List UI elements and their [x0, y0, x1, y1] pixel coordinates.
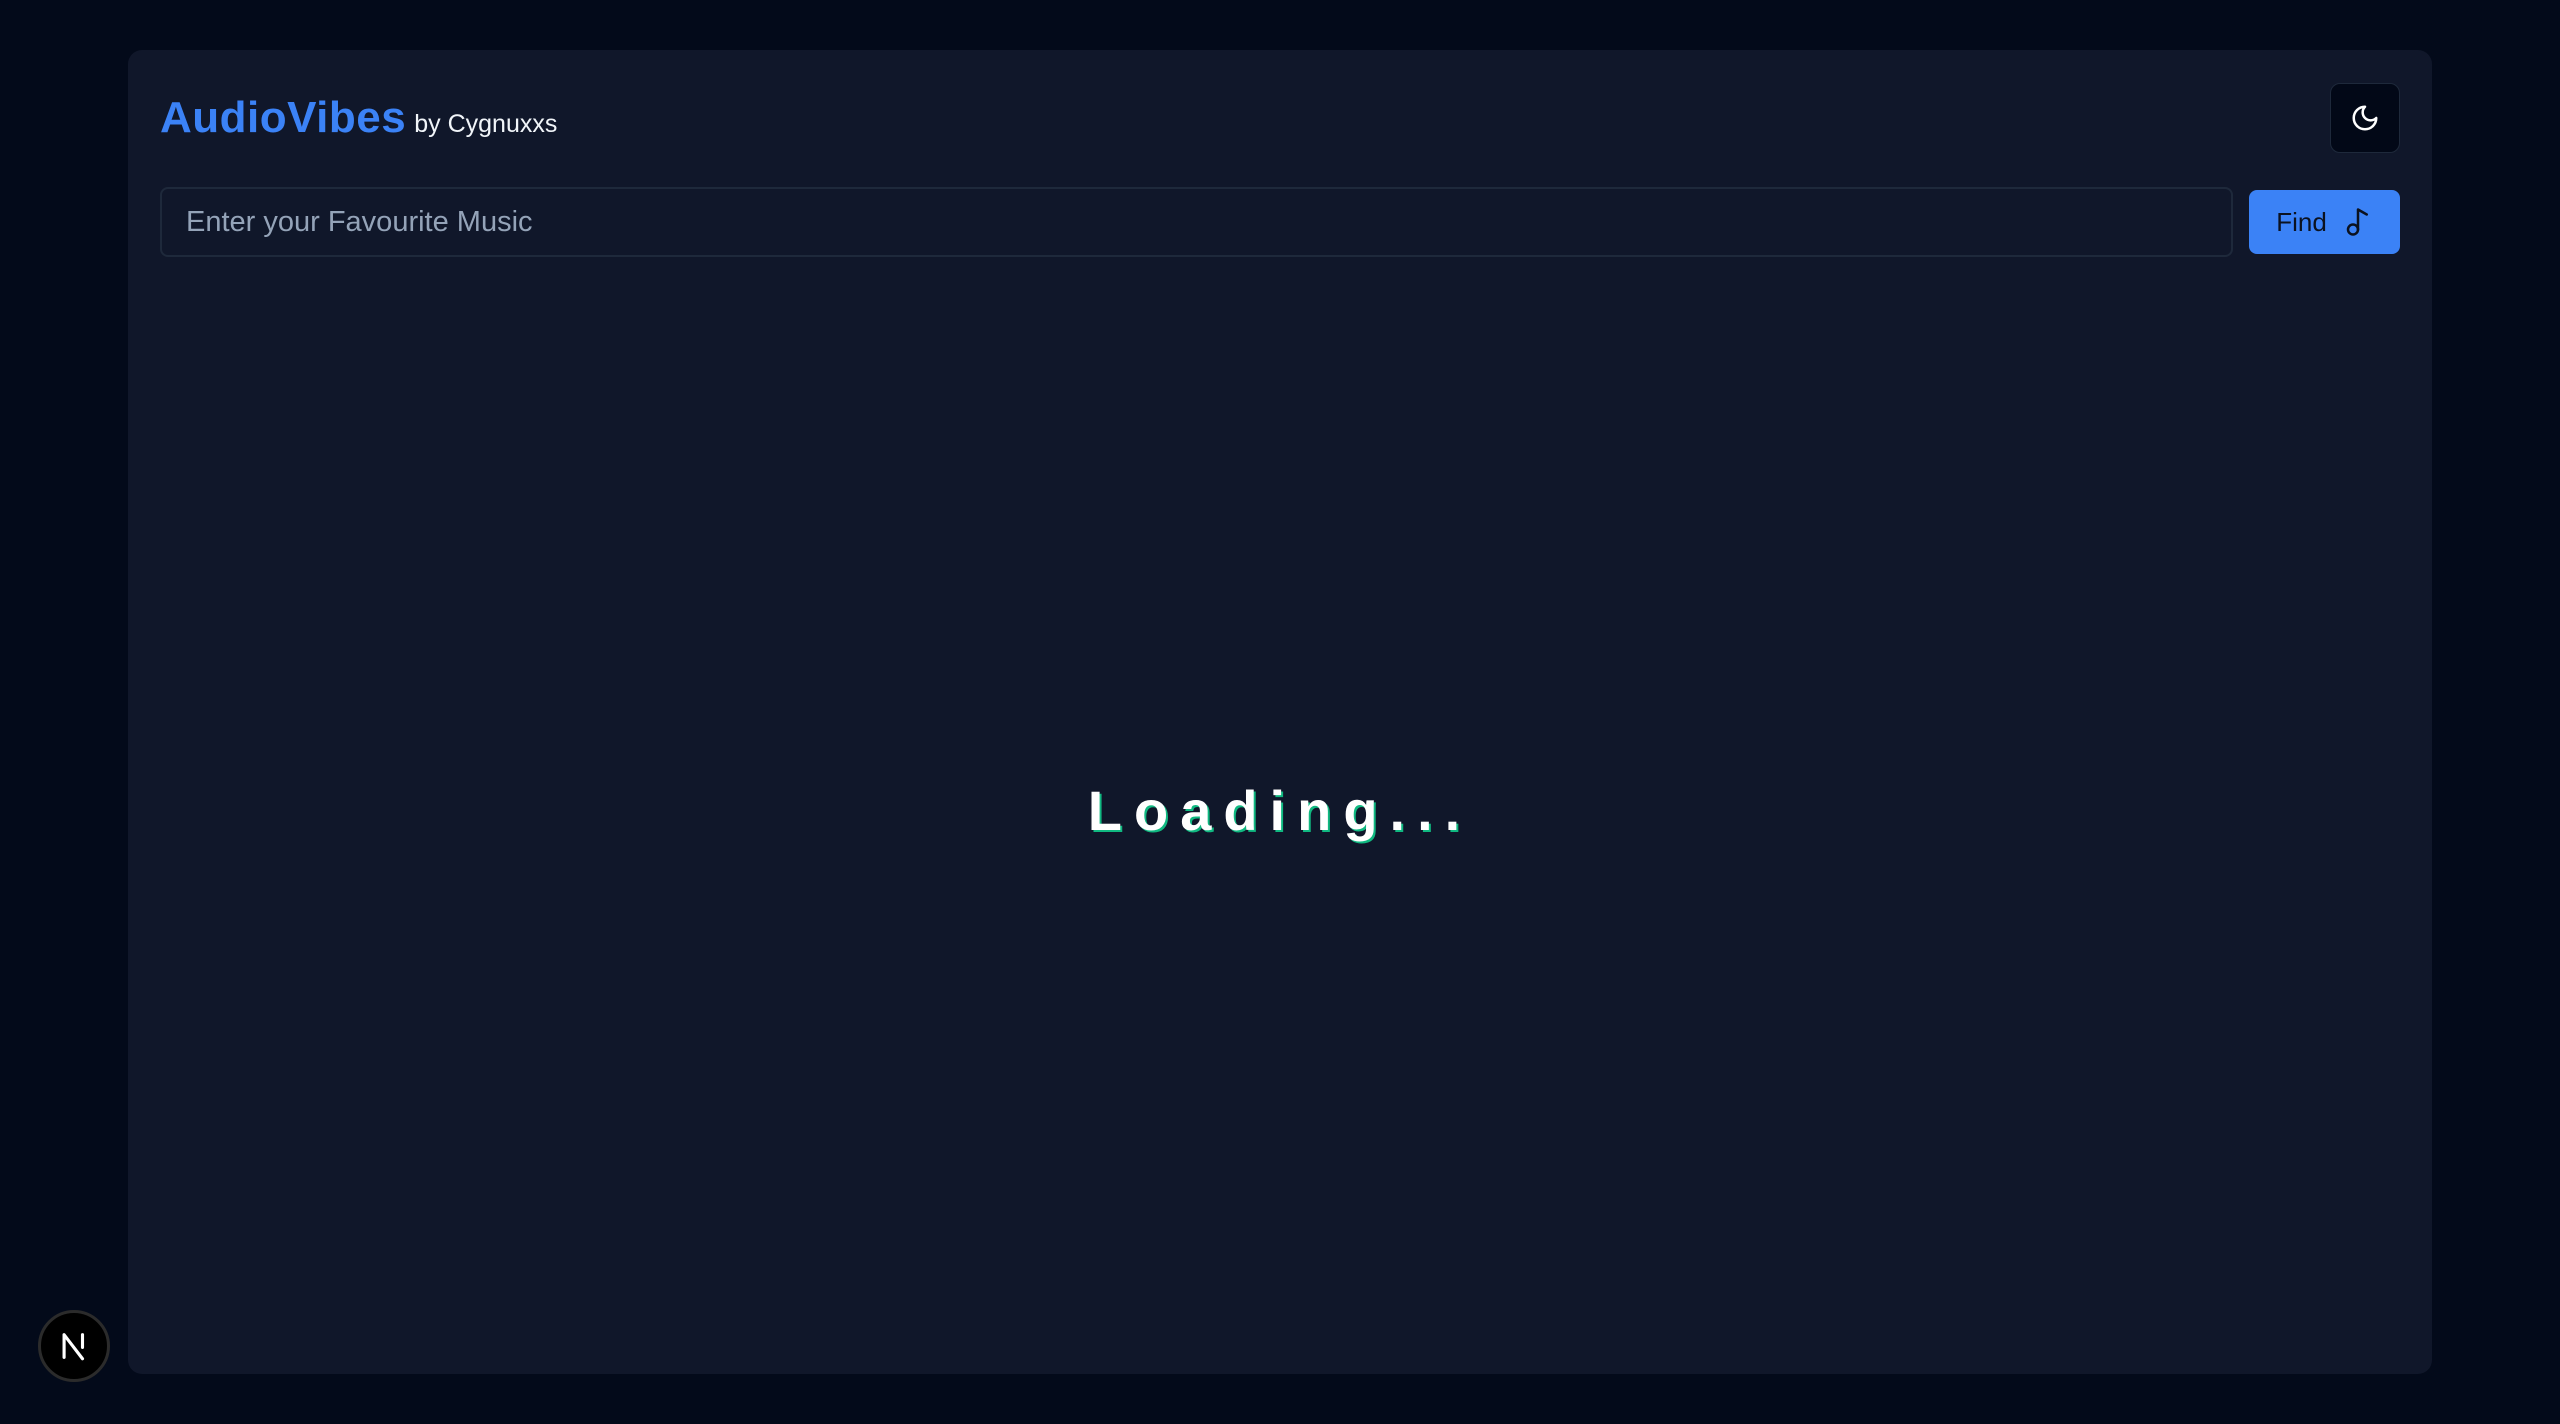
music-note-icon [2346, 208, 2368, 236]
nextjs-dev-badge[interactable] [38, 1310, 110, 1382]
brand: AudioVibes by Cygnuxxs [160, 93, 557, 143]
header: AudioVibes by Cygnuxxs [160, 82, 2400, 154]
app-panel: AudioVibes by Cygnuxxs Find Loading... [128, 50, 2432, 1374]
search-input[interactable] [160, 187, 2233, 257]
app-title: AudioVibes [160, 93, 407, 142]
nextjs-logo-icon [62, 1333, 85, 1361]
app-subtitle: by Cygnuxxs [414, 110, 558, 138]
search-row: Find [160, 186, 2400, 258]
find-button[interactable]: Find [2249, 190, 2400, 254]
moon-icon [2352, 105, 2378, 131]
find-button-label: Find [2276, 206, 2327, 237]
theme-toggle-button[interactable] [2330, 83, 2400, 153]
loading-indicator: Loading... [1087, 779, 1473, 842]
